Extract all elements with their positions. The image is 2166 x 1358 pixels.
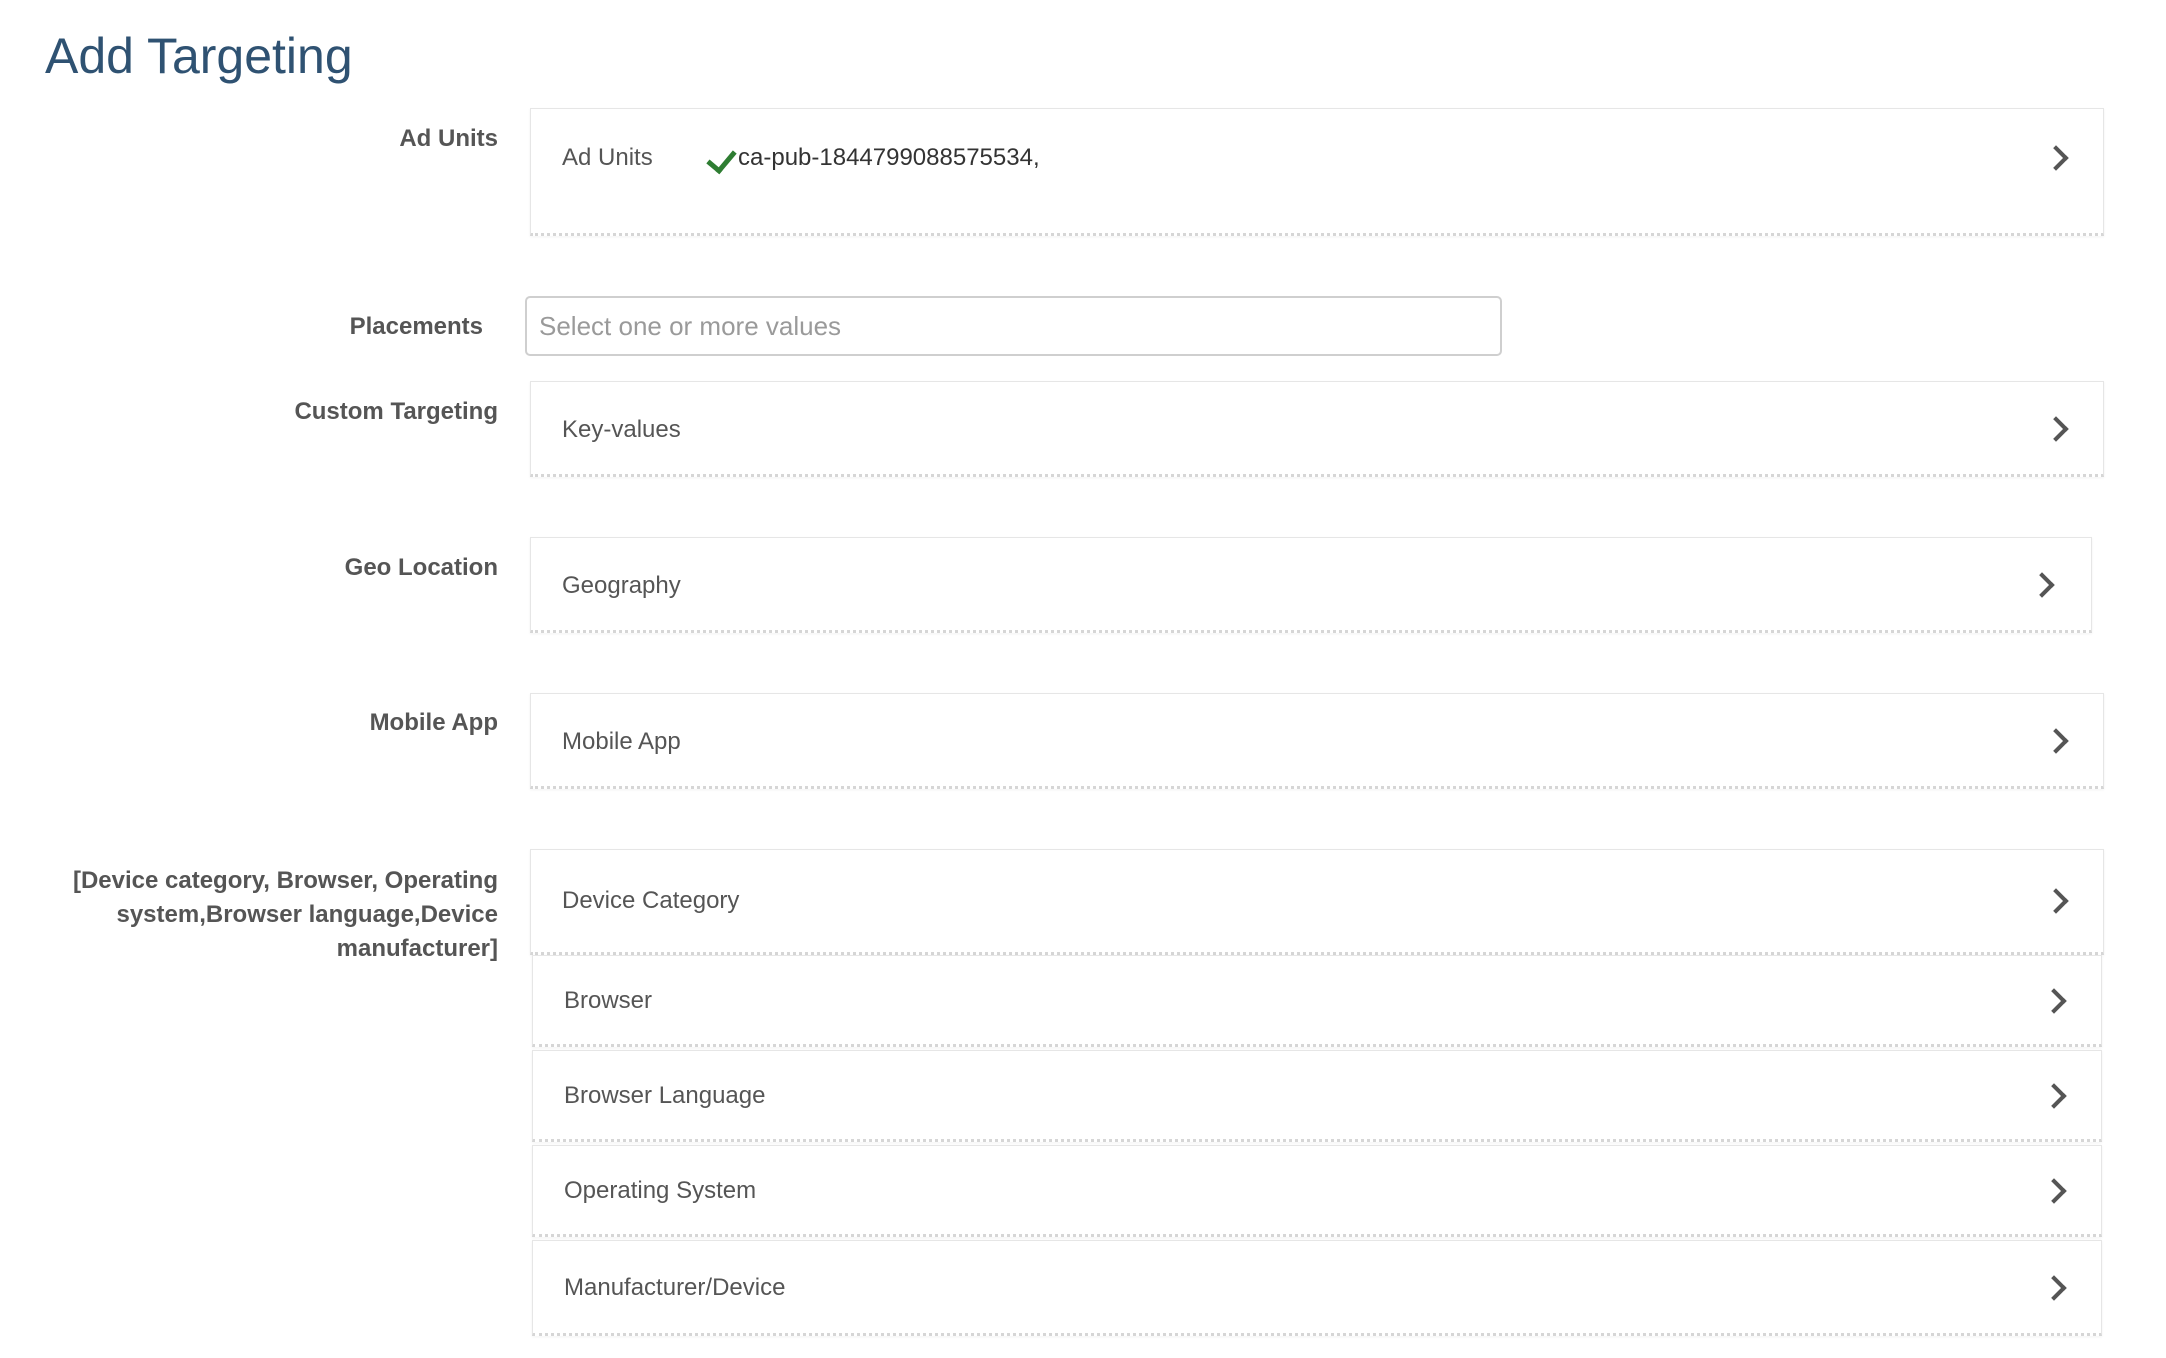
browser-panel[interactable]: Browser [532,955,2102,1047]
chevron-right-icon [2041,1178,2067,1204]
browser-language-panel[interactable]: Browser Language [532,1050,2102,1142]
placements-label: Placements [349,313,483,340]
browser-panel-label: Browser [564,987,653,1014]
geography-panel[interactable]: Geography [530,537,2092,633]
operating-system-panel-label: Operating System [564,1177,757,1204]
manufacturer-device-panel-label: Manufacturer/Device [564,1274,786,1301]
chevron-right-icon [2041,1083,2067,1109]
ad-unit-selected-value: ca-pub-1844799088575534, [738,144,1040,171]
mobile-app-panel-label: Mobile App [562,728,681,755]
placements-input[interactable] [525,296,1502,356]
geo-location-label: Geo Location [344,554,498,581]
ad-units-label: Ad Units [399,125,498,152]
ad-units-panel-label: Ad Units [562,144,653,171]
technology-targeting-label: [Device category, Browser, Operating sys… [72,867,498,962]
custom-targeting-label: Custom Targeting [294,398,498,425]
chevron-right-icon [2043,728,2069,754]
manufacturer-device-panel[interactable]: Manufacturer/Device [532,1240,2102,1336]
chevron-right-icon [2043,145,2069,171]
page-title: Add Targeting [45,28,353,84]
ad-units-panel[interactable]: Ad Units ca-pub-1844799088575534, [530,108,2104,236]
mobile-app-label: Mobile App [369,709,498,736]
chevron-right-icon [2043,416,2069,442]
operating-system-panel[interactable]: Operating System [532,1145,2102,1237]
geography-panel-label: Geography [562,572,681,599]
check-icon [706,142,737,175]
chevron-right-icon [2041,1275,2067,1301]
chevron-right-icon [2041,988,2067,1014]
device-category-panel-label: Device Category [562,887,740,914]
chevron-right-icon [2029,572,2055,598]
chevron-right-icon [2043,888,2069,914]
key-values-panel[interactable]: Key-values [530,381,2104,477]
browser-language-panel-label: Browser Language [564,1082,766,1109]
device-category-panel[interactable]: Device Category [530,849,2104,955]
key-values-panel-label: Key-values [562,416,681,443]
mobile-app-panel[interactable]: Mobile App [530,693,2104,789]
